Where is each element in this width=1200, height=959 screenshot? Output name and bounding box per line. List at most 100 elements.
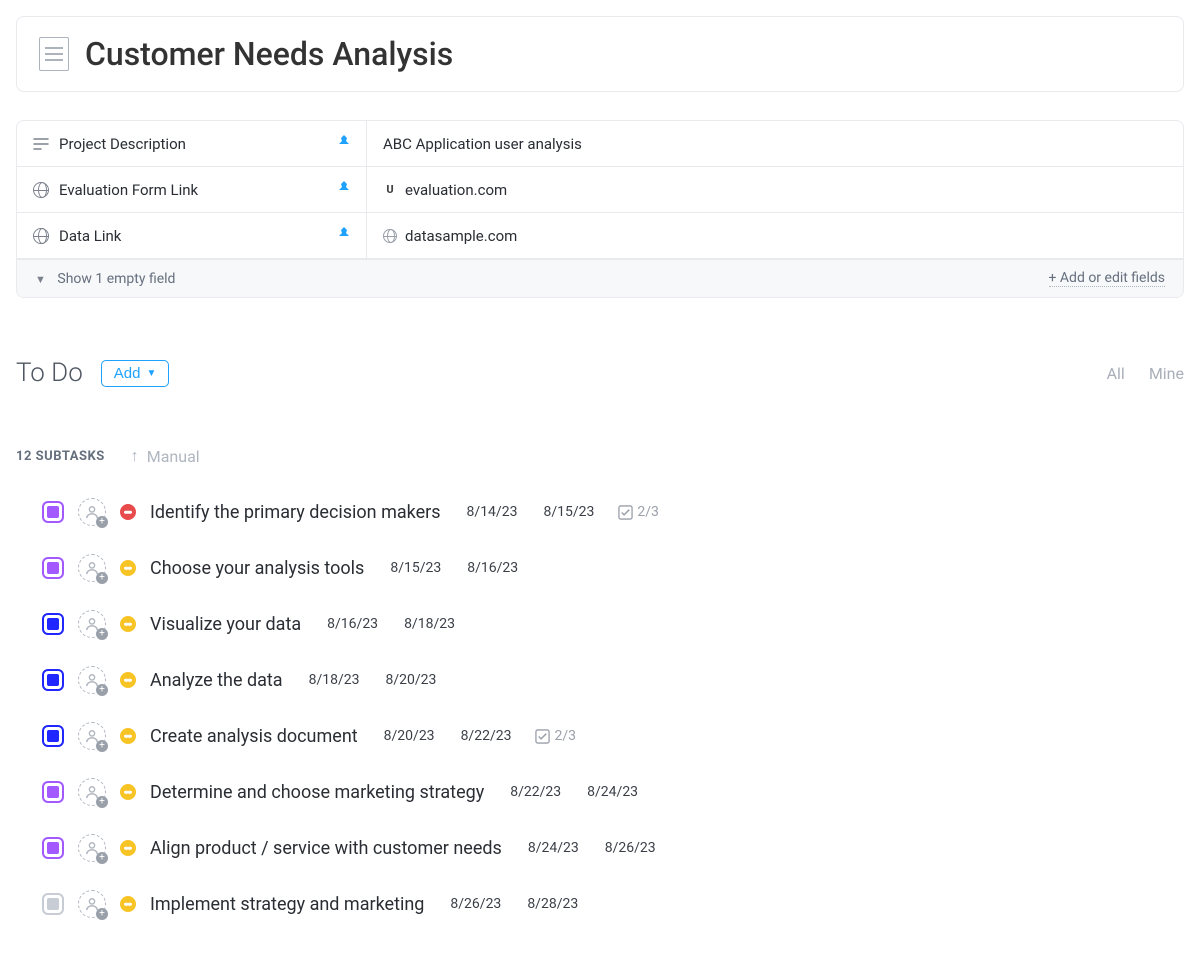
- assignee-button[interactable]: +: [78, 498, 106, 526]
- task-row[interactable]: + Analyze the data 8/18/23 8/20/23: [42, 666, 1184, 694]
- fields-footer: ▼ Show 1 empty field + Add or edit field…: [17, 259, 1183, 297]
- priority-flag-icon[interactable]: [120, 896, 136, 912]
- checklist-count: 2/3: [637, 504, 659, 520]
- priority-flag-icon[interactable]: [120, 840, 136, 856]
- assignee-button[interactable]: +: [78, 890, 106, 918]
- todo-section-header: To Do Add ▼ All Mine: [16, 358, 1184, 388]
- status-checkbox[interactable]: [42, 557, 64, 579]
- field-row-evaluation-form-link: Evaluation Form Link U evaluation.com: [17, 167, 1183, 213]
- globe-icon: [33, 182, 49, 198]
- field-value-cell[interactable]: ABC Application user analysis: [367, 121, 1183, 166]
- subtasks-header: 12 SUBTASKS ↑ Manual: [16, 446, 1184, 466]
- pin-icon[interactable]: [338, 227, 350, 245]
- start-date[interactable]: 8/15/23: [390, 560, 441, 576]
- priority-flag-icon[interactable]: [120, 784, 136, 800]
- due-date[interactable]: 8/15/23: [543, 504, 594, 520]
- status-checkbox[interactable]: [42, 501, 64, 523]
- checklist-badge[interactable]: 2/3: [535, 728, 576, 744]
- status-checkbox[interactable]: [42, 893, 64, 915]
- filter-all[interactable]: All: [1107, 364, 1125, 383]
- start-date[interactable]: 8/18/23: [309, 672, 360, 688]
- due-date[interactable]: 8/16/23: [467, 560, 518, 576]
- priority-flag-icon[interactable]: [120, 728, 136, 744]
- checklist-badge[interactable]: 2/3: [618, 504, 659, 520]
- status-checkbox[interactable]: [42, 613, 64, 635]
- start-date[interactable]: 8/14/23: [467, 504, 518, 520]
- document-icon: [39, 37, 69, 71]
- priority-flag-icon[interactable]: [120, 504, 136, 520]
- task-title[interactable]: Implement strategy and marketing: [150, 894, 424, 915]
- status-checkbox[interactable]: [42, 669, 64, 691]
- sort-label: Manual: [147, 447, 200, 466]
- task-title[interactable]: Create analysis document: [150, 726, 358, 747]
- add-task-button[interactable]: Add ▼: [101, 360, 170, 387]
- task-title[interactable]: Analyze the data: [150, 670, 283, 691]
- due-date[interactable]: 8/20/23: [386, 672, 437, 688]
- task-title[interactable]: Align product / service with customer ne…: [150, 838, 502, 859]
- pin-icon[interactable]: [338, 181, 350, 199]
- page-title[interactable]: Customer Needs Analysis: [85, 35, 453, 73]
- todo-filters: All Mine: [1107, 364, 1184, 383]
- task-row[interactable]: + Align product / service with customer n…: [42, 834, 1184, 862]
- task-title[interactable]: Identify the primary decision makers: [150, 502, 441, 523]
- task-row[interactable]: + Identify the primary decision makers 8/1…: [42, 498, 1184, 526]
- assignee-button[interactable]: +: [78, 722, 106, 750]
- task-title[interactable]: Choose your analysis tools: [150, 558, 364, 579]
- field-label: Evaluation Form Link: [59, 181, 198, 199]
- field-value: evaluation.com: [405, 181, 507, 199]
- start-date[interactable]: 8/22/23: [510, 784, 561, 800]
- assignee-button[interactable]: +: [78, 666, 106, 694]
- field-label-cell[interactable]: Project Description: [17, 121, 367, 166]
- start-date[interactable]: 8/26/23: [450, 896, 501, 912]
- plus-icon: +: [96, 852, 108, 864]
- add-button-label: Add: [114, 365, 141, 382]
- priority-flag-icon[interactable]: [120, 560, 136, 576]
- field-label-cell[interactable]: Evaluation Form Link: [17, 167, 367, 212]
- task-title[interactable]: Determine and choose marketing strategy: [150, 782, 484, 803]
- assignee-button[interactable]: +: [78, 778, 106, 806]
- globe-icon: [33, 228, 49, 244]
- pin-icon[interactable]: [338, 135, 350, 153]
- assignee-button[interactable]: +: [78, 834, 106, 862]
- field-value-cell[interactable]: datasample.com: [367, 213, 1183, 258]
- todo-title: To Do: [16, 358, 83, 388]
- task-row[interactable]: + Visualize your data 8/16/23 8/18/23: [42, 610, 1184, 638]
- task-row[interactable]: + Choose your analysis tools 8/15/23 8/16/2…: [42, 554, 1184, 582]
- due-date[interactable]: 8/24/23: [587, 784, 638, 800]
- task-list: + Identify the primary decision makers 8/1…: [16, 498, 1184, 918]
- field-row-project-description: Project Description ABC Application user…: [17, 121, 1183, 167]
- plus-icon: +: [96, 684, 108, 696]
- plus-icon: +: [96, 908, 108, 920]
- start-date[interactable]: 8/24/23: [528, 840, 579, 856]
- due-date[interactable]: 8/26/23: [605, 840, 656, 856]
- priority-flag-icon[interactable]: [120, 616, 136, 632]
- plus-icon: +: [96, 516, 108, 528]
- assignee-button[interactable]: +: [78, 610, 106, 638]
- priority-flag-icon[interactable]: [120, 672, 136, 688]
- page-header: Customer Needs Analysis: [16, 16, 1184, 92]
- task-title[interactable]: Visualize your data: [150, 614, 301, 635]
- filter-mine[interactable]: Mine: [1149, 364, 1184, 383]
- field-label-cell[interactable]: Data Link: [17, 213, 367, 258]
- checklist-icon: [618, 505, 633, 520]
- field-value-cell[interactable]: U evaluation.com: [367, 167, 1183, 212]
- assignee-button[interactable]: +: [78, 554, 106, 582]
- task-row[interactable]: + Determine and choose marketing strategy…: [42, 778, 1184, 806]
- due-date[interactable]: 8/18/23: [404, 616, 455, 632]
- arrow-up-icon: ↑: [131, 446, 139, 466]
- start-date[interactable]: 8/16/23: [327, 616, 378, 632]
- sort-button[interactable]: ↑ Manual: [131, 446, 200, 466]
- show-empty-fields-label: Show 1 empty field: [57, 271, 175, 287]
- status-checkbox[interactable]: [42, 725, 64, 747]
- plus-icon: +: [96, 572, 108, 584]
- task-row[interactable]: + Create analysis document 8/20/23 8/22/23 2…: [42, 722, 1184, 750]
- start-date[interactable]: 8/20/23: [384, 728, 435, 744]
- due-date[interactable]: 8/22/23: [461, 728, 512, 744]
- task-row[interactable]: + Implement strategy and marketing 8/26/23…: [42, 890, 1184, 918]
- status-checkbox[interactable]: [42, 837, 64, 859]
- show-empty-fields-toggle[interactable]: ▼ Show 1 empty field: [35, 271, 175, 287]
- due-date[interactable]: 8/28/23: [527, 896, 578, 912]
- status-checkbox[interactable]: [42, 781, 64, 803]
- add-edit-fields-button[interactable]: + Add or edit fields: [1049, 270, 1166, 287]
- chevron-down-icon: ▼: [35, 273, 46, 286]
